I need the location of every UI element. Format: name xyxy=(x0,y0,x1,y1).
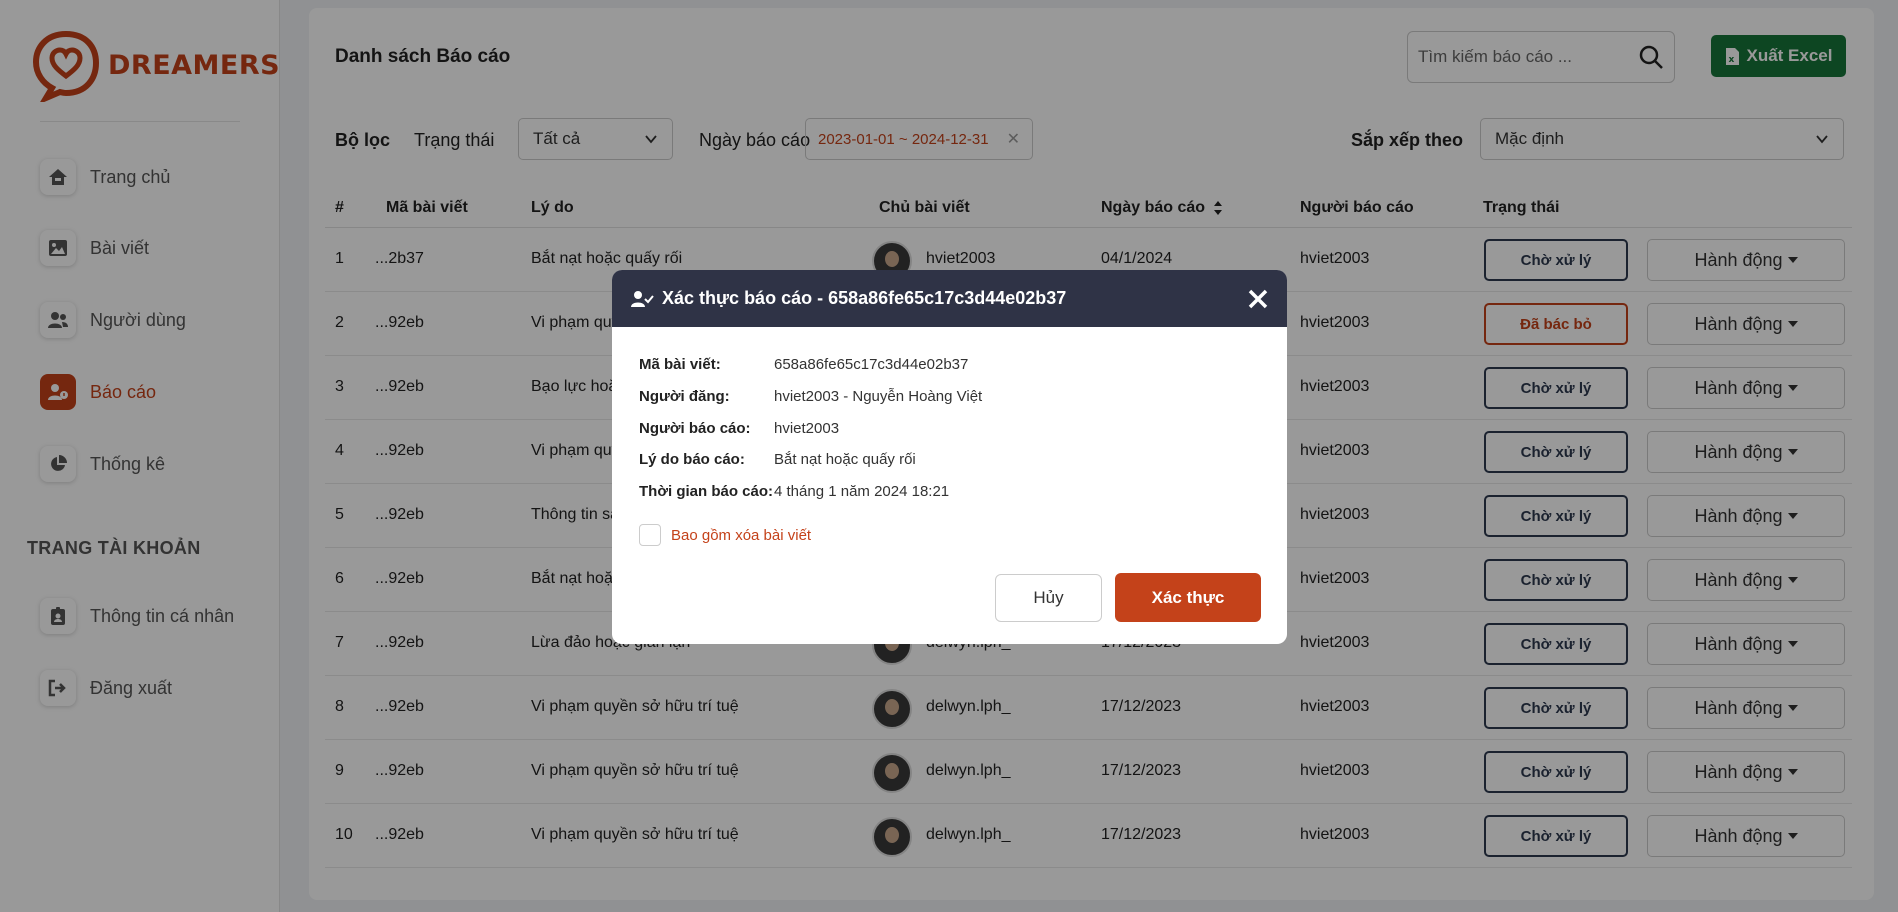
modal-title: Xác thực báo cáo - 658a86fe65c17c3d44e02… xyxy=(662,288,1067,308)
delete-post-checkbox[interactable] xyxy=(639,524,661,546)
info-label: Lý do báo cáo: xyxy=(639,451,745,468)
info-label: Mã bài viết: xyxy=(639,356,721,373)
confirm-button[interactable]: Xác thực xyxy=(1115,573,1261,622)
user-check-icon xyxy=(631,290,654,307)
delete-post-checkbox-row[interactable]: Bao gồm xóa bài viết xyxy=(639,524,811,546)
delete-post-checkbox-label[interactable]: Bao gồm xóa bài viết xyxy=(671,527,811,544)
info-label: Người đăng: xyxy=(639,388,730,405)
modal-header: Xác thực báo cáo - 658a86fe65c17c3d44e02… xyxy=(612,270,1287,327)
info-value: hviet2003 xyxy=(774,420,840,437)
info-label: Thời gian báo cáo: xyxy=(639,483,774,500)
info-label: Người báo cáo: xyxy=(639,420,751,437)
verify-report-modal: Xác thực báo cáo - 658a86fe65c17c3d44e02… xyxy=(612,270,1287,644)
info-value: 4 tháng 1 năm 2024 18:21 xyxy=(774,483,950,500)
close-icon[interactable] xyxy=(1247,288,1269,310)
info-value: Bắt nạt hoặc quấy rối xyxy=(774,451,916,468)
info-value: 658a86fe65c17c3d44e02b37 xyxy=(774,356,969,373)
info-value: hviet2003 - Nguyễn Hoàng Việt xyxy=(774,388,983,405)
cancel-button[interactable]: Hủy xyxy=(995,574,1102,622)
